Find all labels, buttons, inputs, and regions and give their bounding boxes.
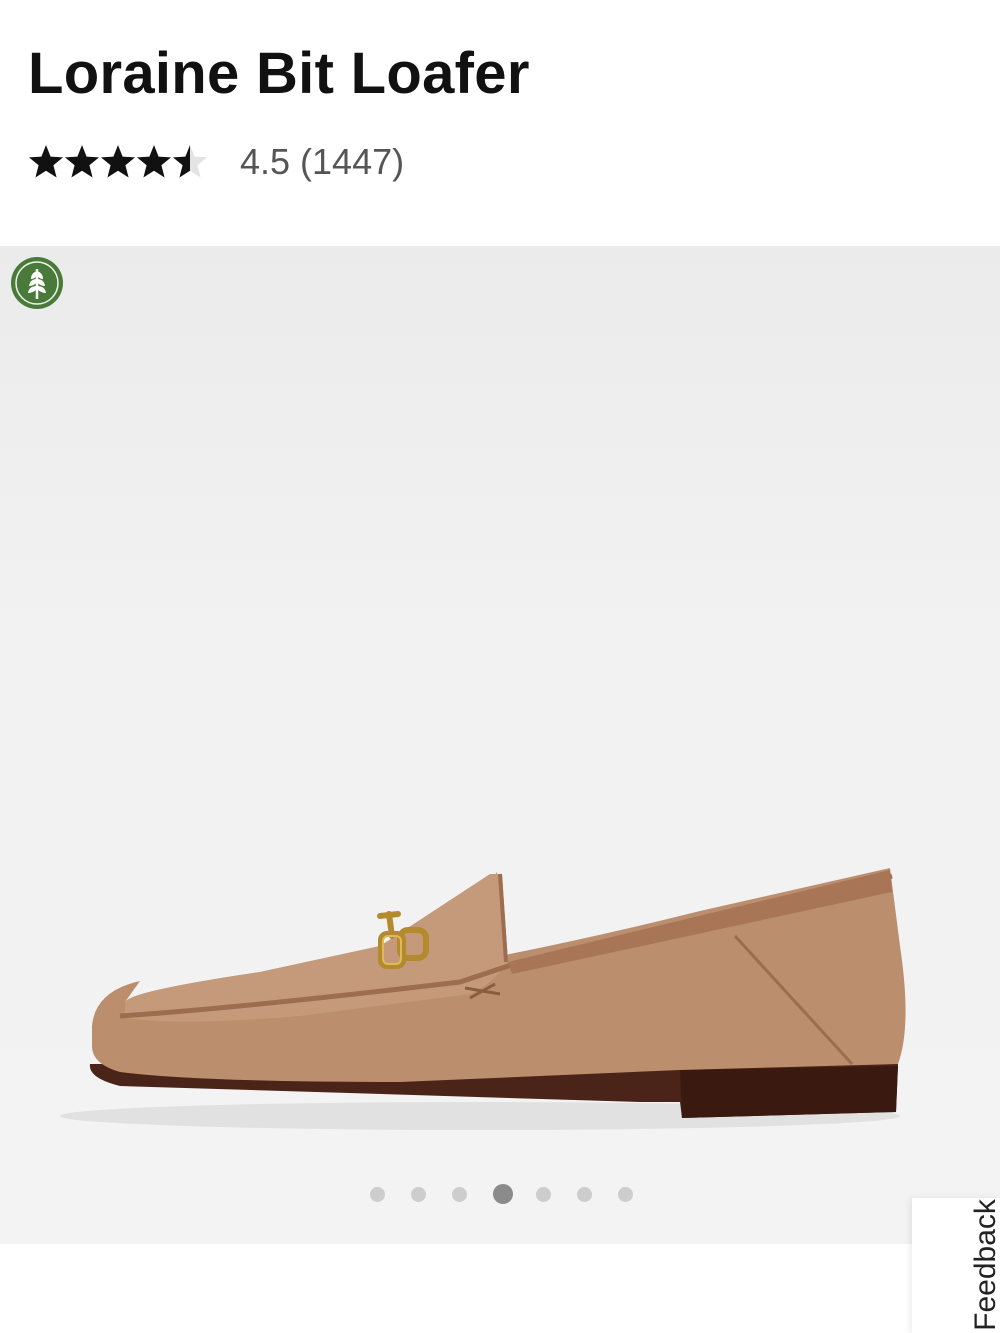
- gallery-dot[interactable]: [618, 1186, 633, 1202]
- product-title: Loraine Bit Loafer: [28, 41, 530, 106]
- star-rating-icon: [29, 145, 207, 178]
- star-rating: [28, 142, 218, 182]
- rating-count[interactable]: 4.5 (1447): [240, 141, 404, 183]
- gallery-dot[interactable]: [536, 1186, 551, 1202]
- gallery-dot[interactable]: [577, 1186, 592, 1202]
- leaf-badge-icon: [11, 257, 63, 309]
- gallery-dot[interactable]: [411, 1186, 426, 1202]
- gallery-dot[interactable]: [452, 1186, 467, 1202]
- gallery-pagination: [370, 1184, 659, 1204]
- feedback-label: Feedback: [968, 1199, 1000, 1331]
- product-image: [60, 868, 906, 1130]
- gallery-dot[interactable]: [370, 1186, 385, 1202]
- product-image-gallery[interactable]: [0, 246, 1000, 1244]
- rating-summary[interactable]: 4.5 (1447): [28, 140, 404, 184]
- gallery-dot-active[interactable]: [493, 1184, 513, 1204]
- feedback-button[interactable]: Feedback: [912, 1198, 1000, 1333]
